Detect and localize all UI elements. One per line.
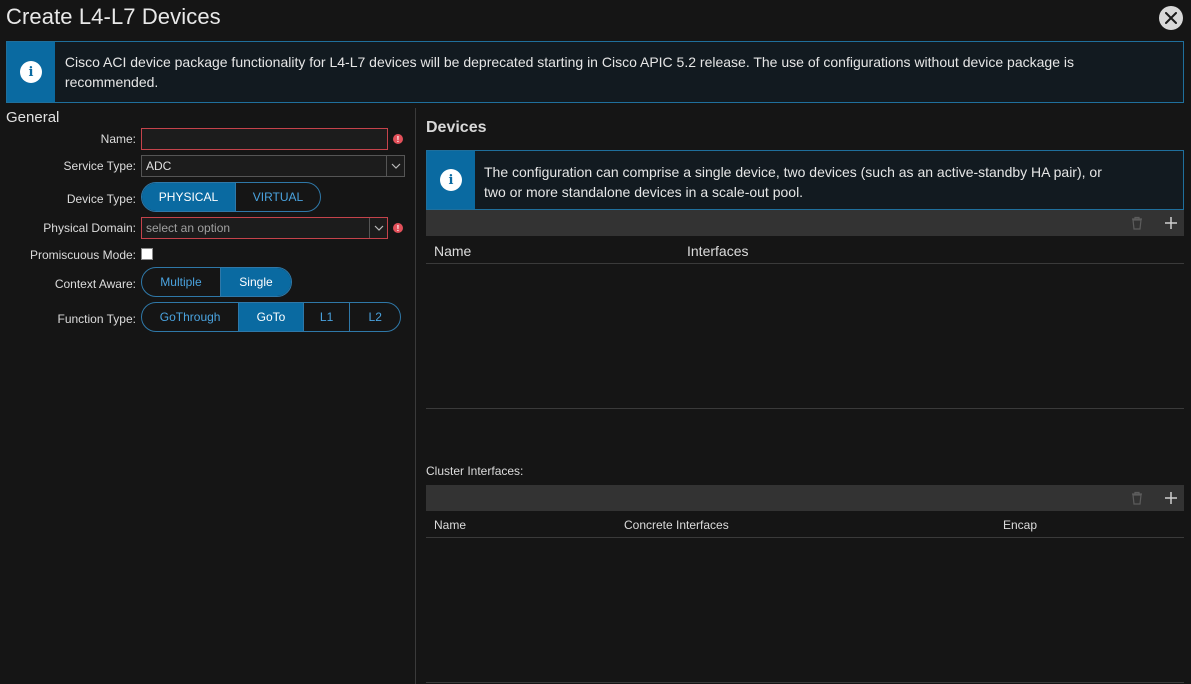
info-icon: i — [440, 169, 462, 191]
devices-table-header: Name Interfaces — [426, 238, 1184, 264]
error-icon: ! — [393, 223, 403, 233]
context-aware-multiple[interactable]: Multiple — [142, 268, 221, 296]
info-icon: i — [19, 61, 42, 83]
column-header-name: Name — [434, 518, 467, 532]
panel-divider — [415, 108, 416, 684]
context-aware-toggle: Multiple Single — [141, 267, 292, 297]
context-aware-label: Context Aware: — [54, 277, 136, 291]
physical-domain-placeholder: select an option — [146, 221, 231, 235]
device-type-virtual[interactable]: VIRTUAL — [236, 183, 320, 211]
column-header-concrete-interfaces: Concrete Interfaces — [624, 518, 729, 532]
function-type-gothrough[interactable]: GoThrough — [142, 303, 240, 331]
device-type-label: Device Type: — [66, 192, 136, 206]
physical-domain-label: Physical Domain: — [43, 221, 136, 235]
cluster-table-header: Name Concrete Interfaces Encap — [426, 512, 1184, 538]
dialog-title: Create L4-L7 Devices — [6, 4, 221, 29]
device-type-toggle: PHYSICAL VIRTUAL — [141, 182, 321, 212]
devices-toolbar — [426, 210, 1184, 236]
column-header-interfaces: Interfaces — [687, 243, 749, 259]
chevron-down-icon — [386, 156, 404, 176]
trash-icon[interactable] — [1128, 214, 1146, 232]
function-type-goto[interactable]: GoTo — [239, 303, 304, 331]
name-label: Name: — [100, 132, 136, 146]
create-l4-l7-devices-dialog: Create L4-L7 Devices i Cisco ACI device … — [0, 0, 1191, 684]
close-icon — [1165, 12, 1177, 24]
function-type-l2[interactable]: L2 — [350, 303, 400, 331]
general-section-title: General — [6, 109, 60, 126]
devices-table-bottom-border — [426, 408, 1184, 409]
add-icon[interactable] — [1162, 214, 1180, 232]
service-type-select[interactable]: ADC — [141, 155, 405, 177]
devices-info-message: The configuration can comprise a single … — [484, 164, 1102, 200]
cluster-toolbar — [426, 485, 1184, 511]
close-button[interactable] — [1159, 6, 1183, 30]
banner-message: Cisco ACI device package functionality f… — [64, 54, 1074, 90]
devices-section-title: Devices — [426, 119, 487, 136]
context-aware-single[interactable]: Single — [220, 268, 291, 296]
service-type-label: Service Type: — [63, 159, 136, 173]
cluster-table-bottom-border — [426, 682, 1184, 683]
error-icon: ! — [393, 134, 403, 144]
cluster-interfaces-label: Cluster Interfaces: — [426, 464, 524, 478]
devices-info-box: i The configuration can comprise a singl… — [426, 150, 1184, 210]
device-type-physical[interactable]: PHYSICAL — [142, 183, 236, 211]
add-icon[interactable] — [1162, 489, 1180, 507]
deprecation-banner: i Cisco ACI device package functionality… — [6, 41, 1184, 103]
promiscuous-mode-checkbox[interactable] — [141, 248, 153, 260]
name-field[interactable] — [141, 128, 388, 150]
promiscuous-mode-label: Promiscuous Mode: — [29, 248, 136, 262]
column-header-name: Name — [434, 243, 472, 259]
chevron-down-icon — [369, 218, 387, 238]
service-type-value: ADC — [146, 159, 172, 173]
physical-domain-select[interactable]: select an option — [141, 217, 388, 239]
column-header-encap: Encap — [1003, 518, 1038, 532]
trash-icon[interactable] — [1128, 489, 1146, 507]
function-type-l1[interactable]: L1 — [304, 303, 351, 331]
function-type-toggle: GoThrough GoTo L1 L2 — [141, 302, 401, 332]
function-type-label: Function Type: — [57, 312, 137, 326]
